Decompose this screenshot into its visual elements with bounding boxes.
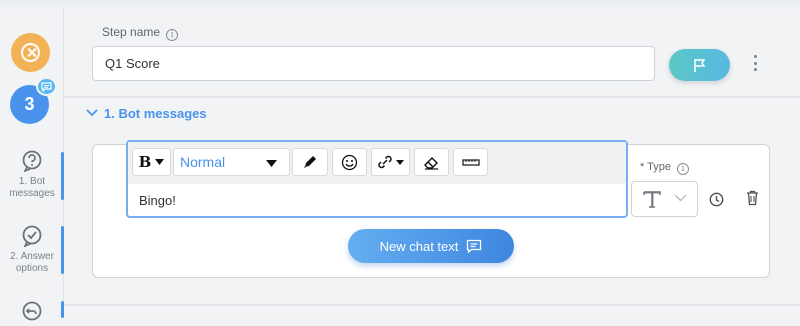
new-chat-text-label: New chat text [379,238,459,254]
sidebar-item-label: 1. Bot [18,176,46,187]
divider [64,304,800,306]
question-bubble-icon [22,150,42,172]
sidebar-item-label: 2. Answer [10,251,54,262]
sidebar-item-answer-options[interactable]: 2. Answer options [0,225,64,275]
flag-icon [693,58,705,72]
format-select-value: Normal [180,154,226,170]
divider-button[interactable] [453,148,488,176]
link-button[interactable] [371,148,410,176]
info-icon[interactable]: i [166,29,179,41]
eraser-icon [424,156,438,170]
top-strip [0,0,800,9]
clear-format-button[interactable] [414,148,449,176]
sidebar-item-more[interactable] [0,300,64,326]
caret-down-icon [155,159,165,165]
pen-icon [304,156,316,168]
divider [64,96,800,98]
rich-text-editor[interactable]: B Normal Bingo! [126,140,628,218]
check-circle-icon [22,225,42,247]
type-select[interactable] [631,181,698,217]
chevron-down-icon [86,109,98,117]
step-name-label: Step name i [102,25,179,41]
undo-icon [22,301,42,321]
bold-button[interactable]: B [132,148,171,176]
bold-label: B [138,153,152,171]
sidebar-item-label: messages [9,188,55,199]
emoji-button[interactable] [332,148,367,176]
chat-bubble-icon [36,77,57,96]
chat-bubble-icon [467,239,482,253]
text-color-button[interactable] [292,148,328,176]
link-icon [378,155,392,169]
section-header-bot-messages[interactable]: 1. Bot messages [86,106,207,121]
smiley-icon [341,154,358,170]
trash-icon[interactable] [746,190,759,211]
step-name-input[interactable]: Q1 Score [92,46,655,81]
new-chat-text-button[interactable]: New chat text [348,229,514,263]
close-icon [21,43,40,62]
editor-toolbar: B Normal [128,142,626,184]
close-button[interactable] [11,33,50,72]
chevron-down-icon [674,194,687,202]
sidebar-item-label: options [15,263,49,274]
sidebar-item-bot-messages[interactable]: 1. Bot messages [0,150,64,200]
format-select[interactable]: Normal [173,148,290,176]
step-name-label-text: Step name [102,25,161,39]
type-label: * Type i [640,161,689,175]
flag-button[interactable] [669,49,730,81]
caret-down-icon [266,160,277,167]
more-options-icon[interactable] [750,53,760,73]
ruler-icon [461,159,480,166]
type-label-text: * Type [640,161,671,173]
clock-icon[interactable] [709,192,724,212]
editor-content[interactable]: Bingo! [139,193,176,208]
caret-down-icon [396,159,404,165]
text-type-icon [643,191,661,208]
info-icon[interactable]: i [677,163,689,175]
sidebar: 3 1. Bot messages 2. Answer options [0,9,64,321]
section-title-text: 1. Bot messages [104,106,207,121]
main-panel: Step name i Q1 Score 1. Bot messages B No… [64,9,800,318]
